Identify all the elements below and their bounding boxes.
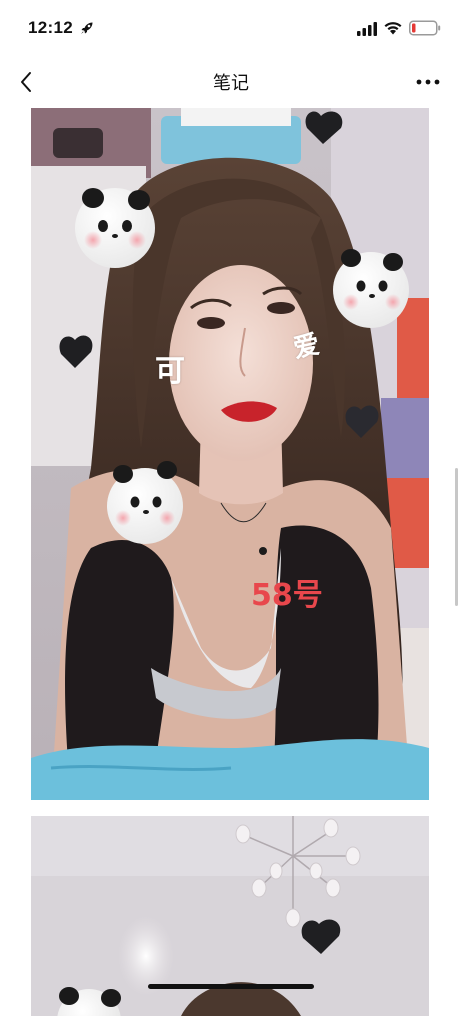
note-photo[interactable]: 可 爱 58号 bbox=[31, 108, 429, 800]
note-content: 可 爱 58号 bbox=[0, 108, 462, 1016]
home-indicator[interactable] bbox=[148, 984, 314, 989]
panda-sticker bbox=[333, 249, 409, 328]
wifi-icon bbox=[384, 22, 402, 35]
panda-sticker bbox=[57, 987, 121, 1016]
status-bar: 12:12 bbox=[0, 0, 462, 56]
battery-low-icon bbox=[409, 20, 441, 36]
panda-sticker bbox=[107, 461, 183, 544]
status-time: 12:12 bbox=[28, 18, 73, 37]
more-button[interactable] bbox=[408, 66, 448, 98]
more-dots-icon bbox=[416, 79, 440, 85]
page-title: 笔记 bbox=[213, 73, 249, 93]
signal-icon bbox=[357, 22, 377, 36]
panda-sticker bbox=[75, 188, 155, 268]
rocket-icon bbox=[81, 22, 93, 34]
sticker-text-ke: 可 bbox=[155, 354, 185, 389]
nav-bar: 笔记 bbox=[0, 56, 462, 108]
scroll-indicator[interactable] bbox=[455, 468, 458, 606]
photo-image bbox=[31, 108, 429, 800]
photo-caption: 58号 bbox=[251, 578, 323, 613]
